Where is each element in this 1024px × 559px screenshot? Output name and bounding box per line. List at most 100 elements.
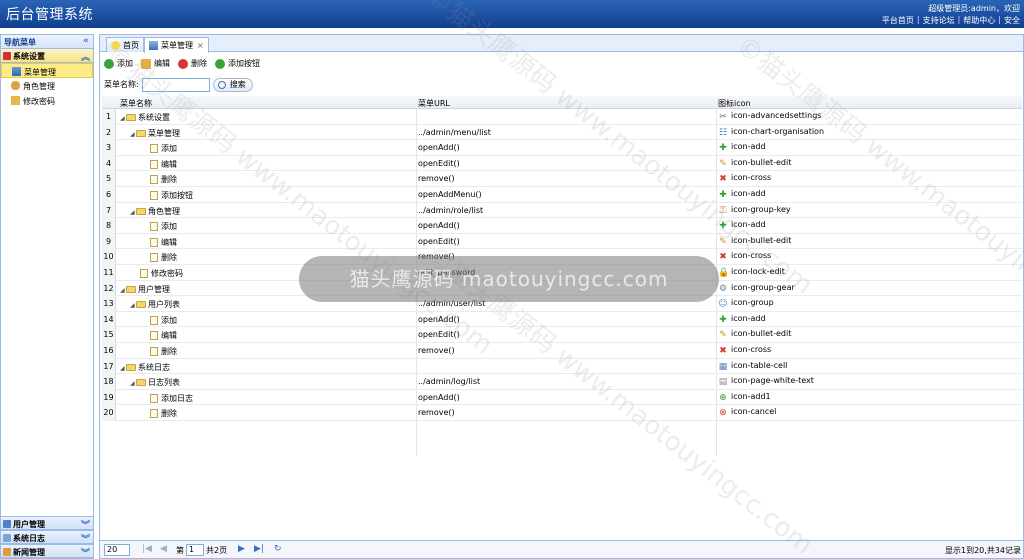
column-header-icon[interactable]: 图标icon [718,98,751,109]
delete-button[interactable]: 删除 [178,58,207,70]
row-url: remove() [418,408,455,418]
row-name-cell: 添加 [140,315,177,326]
row-icon-name: icon-add [731,188,766,198]
add-menu-button[interactable]: 添加按钮 [215,58,260,70]
link-help[interactable]: 帮助中心 [963,15,995,26]
table-row[interactable]: 17 ◢ 系统日志 ▦ icon-table-cell [102,358,1022,375]
table-row[interactable]: 8 添加 openAdd() ✚ icon-add [102,218,1022,234]
prev-page-icon[interactable]: ◀ [160,544,167,554]
table-row[interactable]: 18 ◢ 日志列表 ../admin/log/list ▤ icon-page-white… [102,374,1022,390]
chevron-up-icon[interactable]: ︽ [81,50,90,63]
row-name: 编辑 [161,159,177,169]
row-name-cell: ◢ 用户管理 [120,284,170,295]
tab-label: 首页 [123,41,139,50]
page-white-text-icon: ▤ [718,377,728,388]
cancel-icon: ⊗ [719,408,727,419]
edit-button[interactable]: 编辑 [141,58,170,70]
row-icon-cell: ⚙ icon-group-gear [718,282,795,294]
lock-edit-icon [11,96,20,105]
row-icon-name: icon-bullet-edit [731,235,792,245]
sidebar-group-users[interactable]: 用户管理 ︾ [1,516,93,531]
row-icon-name: icon-cancel [731,407,777,417]
tab-home[interactable]: 首页 [106,37,144,52]
table-row[interactable]: 16 删除 remove() ✖ icon-cross [102,342,1022,359]
row-icon-cell: ✚ icon-add [718,142,766,153]
pagination-bar: 20 |◀ ◀ 第 1 共2页 ▶ ▶| ↻ 显示1到20,共34记录 [100,540,1023,558]
watermark-banner: 猫头鹰源码 maotouyingcc.com [299,256,719,302]
add-icon [104,59,114,69]
row-icon-name: icon-add [731,142,766,152]
table-row[interactable]: 20 删除 remove() ⊗ icon-cancel [102,405,1022,421]
search-button[interactable]: 搜索 [212,77,253,92]
row-icon-name: icon-page-white-text [731,376,814,386]
row-icon-cell: ⊕ icon-add1 [718,392,770,403]
sidebar-item-password[interactable]: 修改密码 [1,93,93,108]
row-url: openAddMenu() [418,189,482,199]
users-icon [3,520,11,528]
table-row[interactable]: 3 添加 openAdd() ✚ icon-add [102,140,1022,156]
delete-label: 删除 [191,59,207,68]
table-row[interactable]: 5 删除 remove() ✖ icon-cross [102,171,1022,187]
table-icon [3,534,11,542]
collapse-icon[interactable]: « [83,36,89,46]
chevron-down-icon[interactable]: ︾ [81,546,90,559]
row-name: 添加 [161,144,177,154]
search-input[interactable] [141,77,210,92]
cross-icon: ✖ [719,252,727,263]
next-page-icon[interactable]: ▶ [238,544,245,554]
row-number: 11 [102,264,116,281]
row-icon-cell: ✚ icon-add [718,188,766,200]
table-row[interactable]: 14 添加 openAdd() ✚ icon-add [102,311,1022,328]
last-page-icon[interactable]: ▶| [254,544,264,554]
refresh-icon[interactable]: ↻ [274,544,282,554]
row-icon-name: icon-group-gear [731,282,795,292]
file-icon [150,346,158,356]
table-row[interactable]: 9 编辑 openEdit() ✎ icon-bullet-edit [102,233,1022,250]
row-icon-cell: ▦ icon-table-cell [718,361,788,372]
row-icon-cell: ✖ icon-cross [718,251,771,263]
row-number: 20 [102,405,116,421]
row-icon-name: icon-bullet-edit [731,329,792,339]
first-page-icon[interactable]: |◀ [142,544,152,554]
folder-icon [136,129,146,137]
sidebar-group-news[interactable]: 新闻管理 ︾ [1,544,93,559]
sidebar-item-menu[interactable]: 菜单管理 [1,63,93,78]
row-number: 18 [102,374,116,390]
add-button[interactable]: 添加 [104,58,133,70]
link-home[interactable]: 平台首页 [882,15,914,26]
row-icon-cell: ☺ icon-group [718,298,773,309]
page-number-input[interactable]: 1 [186,544,204,556]
sidebar-item-label: 角色管理 [23,82,55,91]
row-name-cell: ◢ 系统日志 [120,362,170,373]
link-forum[interactable]: 支持论坛 [923,15,955,26]
row-icon-cell: 🔒 icon-lock-edit [718,267,785,278]
table-row[interactable]: 6 添加按钮 openAddMenu() ✚ icon-add [102,186,1022,203]
group-key-icon: ⚿ [719,205,727,216]
column-header-url[interactable]: 菜单URL [418,98,450,109]
close-icon[interactable]: × [197,41,204,50]
add-icon: ✚ [719,221,727,232]
sidebar-group-system[interactable]: 系统设置 ︽ [1,49,93,63]
row-url: ../admin/log/list [418,377,481,387]
row-icon-name: icon-group-key [731,204,791,214]
table-row[interactable]: 7 ◢ 角色管理 ../admin/role/list ⚿ icon-group-key [102,202,1022,219]
sidebar-group-logs[interactable]: 系统日志 ︾ [1,530,93,545]
table-row[interactable]: 15 编辑 openEdit() ✎ icon-bullet-edit [102,327,1022,343]
page-size-select[interactable]: 20 [104,544,130,556]
table-row[interactable]: 19 添加日志 openAdd() ⊕ icon-add1 [102,389,1022,406]
row-number: 1 [102,109,116,125]
row-name: 编辑 [161,331,177,341]
row-url: openAdd() [418,221,460,231]
table-row[interactable]: 4 编辑 openEdit() ✎ icon-bullet-edit [102,155,1022,172]
sidebar-header: 导航菜单 « [1,35,93,49]
tab-menu-manage[interactable]: 菜单管理 × [144,37,209,53]
column-header-name[interactable]: 菜单名称 [120,98,152,109]
link-security[interactable]: 安全 [1004,15,1020,26]
table-row[interactable]: 1 ◢ 系统设置 ✂ icon-advancedsettings [102,109,1022,125]
sidebar-item-role[interactable]: 角色管理 [1,78,93,93]
row-icon-name: icon-advancedsettings [731,111,822,120]
sidebar-title: 导航菜单 [4,38,36,47]
row-number: 10 [102,249,116,265]
row-name: 添加 [161,222,177,232]
table-row[interactable]: 2 ◢ 菜单管理 ../admin/menu/list ☷ icon-chart-orga… [102,124,1022,141]
